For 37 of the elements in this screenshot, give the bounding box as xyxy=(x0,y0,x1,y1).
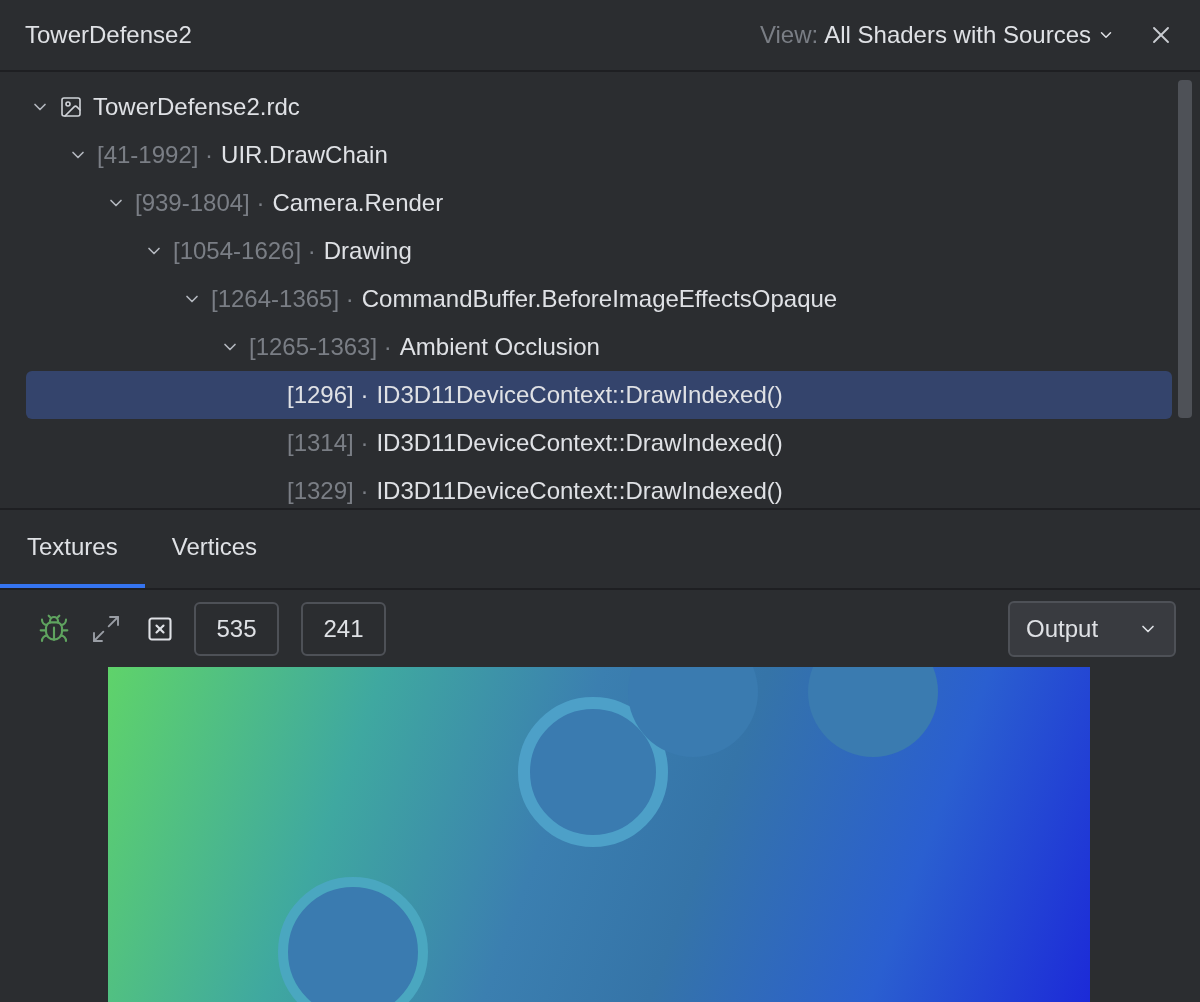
event-range: [1054-1626] · xyxy=(173,236,316,266)
event-range: [1314] · xyxy=(287,428,369,458)
scrollbar-thumb[interactable] xyxy=(1178,80,1192,418)
tree-row[interactable]: [1329] · ID3D11DeviceContext::DrawIndexed() xyxy=(26,467,1172,508)
event-name: Ambient Occlusion xyxy=(399,332,600,362)
tree-row[interactable]: [41-1992] · UIR.DrawChain xyxy=(26,131,1172,179)
tab[interactable]: Vertices xyxy=(144,510,285,588)
tab[interactable]: Textures xyxy=(0,510,145,588)
channel-dropdown[interactable]: Output xyxy=(1008,600,1176,657)
event-name: TowerDefense2.rdc xyxy=(93,92,300,122)
image-file-icon xyxy=(59,95,83,119)
y-coordinate-field[interactable]: 241 xyxy=(301,601,386,656)
event-name: ID3D11DeviceContext::DrawIndexed() xyxy=(376,428,783,458)
event-range: [1329] · xyxy=(287,476,369,506)
event-range: [1264-1365] · xyxy=(211,284,354,314)
event-name: Drawing xyxy=(323,236,412,266)
tree-row[interactable]: [1296] · ID3D11DeviceContext::DrawIndexed() xyxy=(26,371,1172,419)
event-name: ID3D11DeviceContext::DrawIndexed() xyxy=(376,380,783,410)
tree-row[interactable]: [1314] · ID3D11DeviceContext::DrawIndexed() xyxy=(26,419,1172,467)
tree-row[interactable]: [1265-1363] · Ambient Occlusion xyxy=(26,323,1172,371)
clear-icon[interactable] xyxy=(146,614,174,643)
tree-row[interactable]: [1264-1365] · CommandBuffer.BeforeImageEffectsOpaque xyxy=(26,275,1172,323)
event-range: [1265-1363] · xyxy=(249,332,392,362)
tree-row[interactable]: [1054-1626] · Drawing xyxy=(26,227,1172,275)
tree-row[interactable]: TowerDefense2.rdc xyxy=(26,83,1172,131)
event-name: CommandBuffer.BeforeImageEffectsOpaque xyxy=(361,284,838,314)
window-title: TowerDefense2 xyxy=(25,20,193,50)
event-name: UIR.DrawChain xyxy=(221,140,388,170)
event-name: ID3D11DeviceContext::DrawIndexed() xyxy=(376,476,783,506)
bug-icon[interactable] xyxy=(38,612,70,645)
view-dropdown[interactable]: View: All Shaders with Sources xyxy=(759,17,1115,53)
event-range: [41-1992] · xyxy=(97,140,214,170)
tree-row[interactable]: [939-1804] · Camera.Render xyxy=(26,179,1172,227)
x-coordinate-field[interactable]: 535 xyxy=(194,601,279,656)
event-range: [939-1804] · xyxy=(135,188,265,218)
event-range: [1296] · xyxy=(287,380,369,410)
event-name: Camera.Render xyxy=(272,188,444,218)
